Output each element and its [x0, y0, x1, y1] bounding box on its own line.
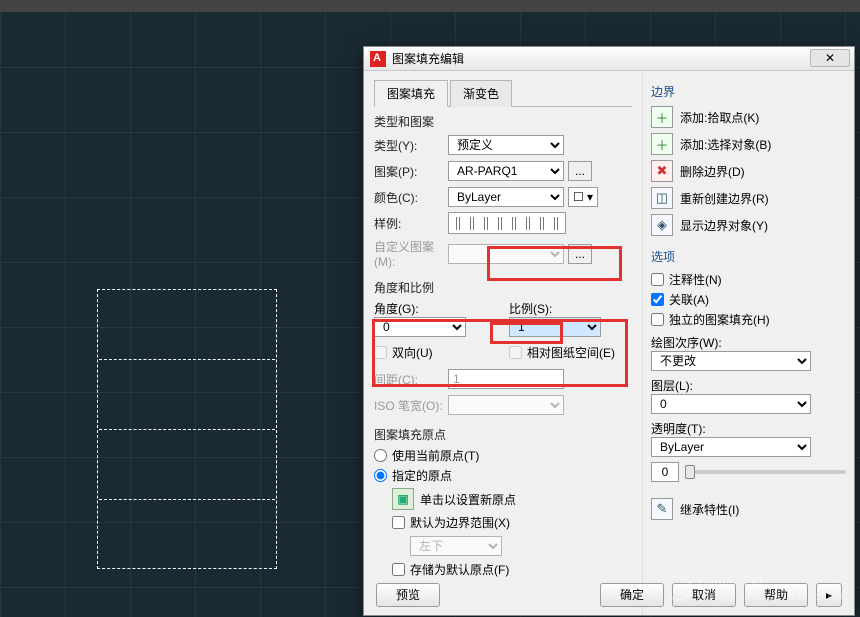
tab-strip: 图案填充 渐变色	[374, 79, 632, 107]
sample-label: 样例:	[374, 215, 448, 232]
paperspace-checkbox	[509, 346, 522, 359]
angle-label: 角度(G):	[374, 300, 497, 317]
layer-select[interactable]: 0	[651, 394, 811, 414]
pattern-browse-button[interactable]: ...	[568, 161, 592, 181]
close-button[interactable]: ✕	[810, 49, 850, 67]
drawing-divider-h	[99, 499, 275, 500]
baidu-logo-icon	[666, 575, 692, 601]
use-current-origin-radio[interactable]	[374, 449, 387, 462]
transparency-value-input[interactable]	[651, 462, 679, 482]
transparency-slider[interactable]	[685, 470, 846, 474]
show-boundary-button[interactable]: ◈显示边界对象(Y)	[651, 214, 846, 236]
group-type-pattern: 类型和图案	[374, 113, 632, 130]
use-current-origin-label: 使用当前原点(T)	[392, 447, 479, 464]
inherit-icon: ✎	[651, 498, 673, 520]
type-select[interactable]: 预定义	[448, 135, 564, 155]
associative-label: 关联(A)	[669, 291, 709, 308]
add-pick-points-button[interactable]: ＋添加:拾取点(K)	[651, 106, 846, 128]
group-angle-scale: 角度和比例	[374, 279, 632, 296]
draworder-label: 绘图次序(W):	[651, 334, 846, 351]
double-checkbox	[374, 346, 387, 359]
custom-pattern-select	[448, 244, 564, 264]
ok-button[interactable]: 确定	[600, 583, 664, 607]
preview-button[interactable]: 预览	[376, 583, 440, 607]
annotative-checkbox[interactable]	[651, 273, 664, 286]
spacing-input	[448, 369, 564, 389]
drawing-divider-h	[99, 359, 275, 360]
dialog-titlebar[interactable]: 图案填充编辑 ✕	[364, 47, 854, 71]
layer-label: 图层(L):	[651, 377, 846, 394]
minus-icon: ✖	[651, 160, 673, 182]
angle-select[interactable]: 0	[374, 317, 466, 337]
autocad-icon	[370, 51, 386, 67]
recreate-icon: ◫	[651, 187, 673, 209]
origin-position-select: 左下	[410, 536, 502, 556]
tab-hatch[interactable]: 图案填充	[374, 80, 448, 107]
hatch-edit-dialog: 图案填充编辑 ✕ 图案填充 渐变色 类型和图案 类型(Y): 预定义 图案(P)…	[363, 46, 855, 616]
annotative-label: 注释性(N)	[669, 271, 722, 288]
separate-hatch-label: 独立的图案填充(H)	[669, 311, 770, 328]
custom-pattern-label: 自定义图案(M):	[374, 238, 448, 269]
eye-icon: ◈	[651, 214, 673, 236]
double-label: 双向(U)	[392, 344, 433, 361]
remove-boundary-button[interactable]: ✖删除边界(D)	[651, 160, 846, 182]
store-default-origin-checkbox[interactable]	[392, 563, 405, 576]
slider-thumb[interactable]	[685, 465, 695, 479]
cad-top-border	[0, 0, 860, 12]
recreate-boundary-button[interactable]: ◫重新创建边界(R)	[651, 187, 846, 209]
dialog-left-pane: 图案填充 渐变色 类型和图案 类型(Y): 预定义 图案(P): AR-PARQ…	[364, 71, 642, 615]
default-extent-label: 默认为边界范围(X)	[410, 514, 510, 531]
iso-pen-label: ISO 笔宽(O):	[374, 397, 448, 414]
group-boundary: 边界	[651, 83, 846, 100]
transparency-label: 透明度(T):	[651, 420, 846, 437]
set-new-origin-button[interactable]: ▣	[392, 488, 414, 510]
color-label: 颜色(C):	[374, 189, 448, 206]
type-label: 类型(Y):	[374, 137, 448, 154]
dialog-right-pane: 边界 ＋添加:拾取点(K) ＋添加:选择对象(B) ✖删除边界(D) ◫重新创建…	[642, 71, 854, 615]
dialog-title: 图案填充编辑	[392, 50, 464, 67]
inherit-properties-button[interactable]: ✎继承特性(I)	[651, 498, 846, 520]
store-default-origin-label: 存储为默认原点(F)	[410, 561, 509, 578]
specified-origin-label: 指定的原点	[392, 467, 452, 484]
scale-label: 比例(S):	[509, 300, 632, 317]
color-swatch-button[interactable]: ☐ ▾	[568, 187, 598, 207]
group-options: 选项	[651, 248, 846, 265]
spacing-label: 间距(C):	[374, 371, 448, 388]
color-select[interactable]: ByLayer	[448, 187, 564, 207]
baidu-watermark: Baidu 经验 jingyan.baidu.com	[666, 572, 846, 603]
plus-icon: ＋	[651, 106, 673, 128]
iso-pen-select	[448, 395, 564, 415]
paperspace-label: 相对图纸空间(E)	[527, 344, 615, 361]
set-new-origin-label: 单击以设置新原点	[420, 491, 516, 508]
drawing-divider-h	[99, 429, 275, 430]
pattern-label: 图案(P):	[374, 163, 448, 180]
tab-gradient[interactable]: 渐变色	[450, 80, 512, 107]
plus-icon: ＋	[651, 133, 673, 155]
specified-origin-radio[interactable]	[374, 469, 387, 482]
default-extent-checkbox[interactable]	[392, 516, 405, 529]
custom-pattern-browse: ...	[568, 244, 592, 264]
associative-checkbox[interactable]	[651, 293, 664, 306]
pattern-select[interactable]: AR-PARQ1	[448, 161, 564, 181]
separate-hatch-checkbox[interactable]	[651, 313, 664, 326]
scale-select[interactable]: 1	[509, 317, 601, 337]
group-origin: 图案填充原点	[374, 426, 632, 443]
draworder-select[interactable]: 不更改	[651, 351, 811, 371]
add-select-objects-button[interactable]: ＋添加:选择对象(B)	[651, 133, 846, 155]
pattern-preview[interactable]	[448, 212, 566, 234]
transparency-select[interactable]: ByLayer	[651, 437, 811, 457]
